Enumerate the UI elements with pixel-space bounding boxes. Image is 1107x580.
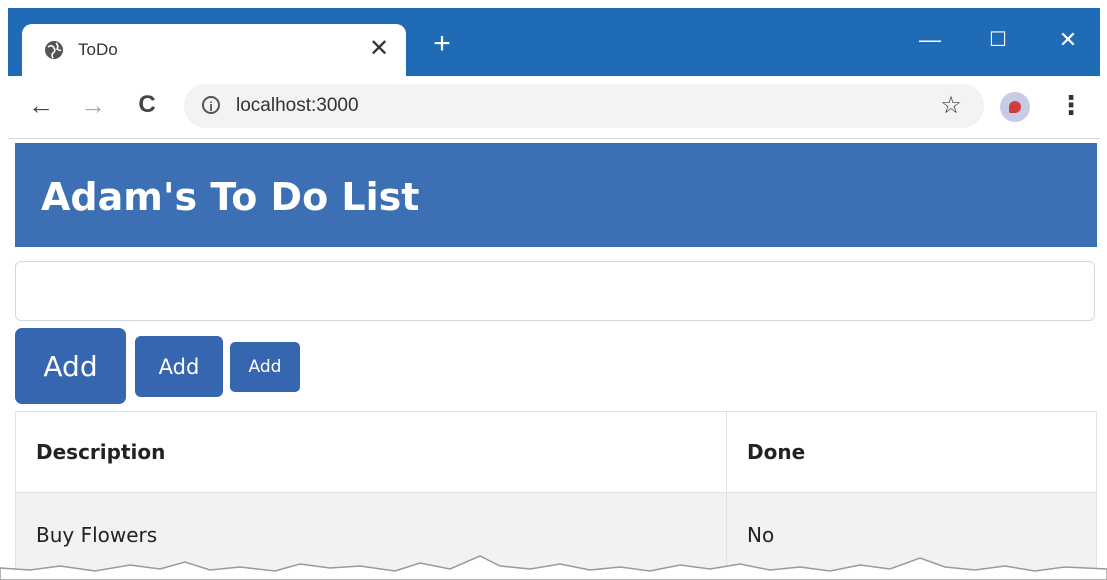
url-text[interactable]: localhost:3000 [236, 95, 359, 117]
page-title: Adam's To Do List [41, 175, 420, 219]
avatar[interactable] [1000, 92, 1030, 122]
column-header-done: Done [726, 411, 1097, 493]
column-header-description: Description [15, 411, 727, 493]
page-header: Adam's To Do List [15, 143, 1097, 247]
browser-toolbar: ← → C i localhost:3000 ☆ ⋮ [8, 76, 1100, 139]
menu-icon[interactable]: ⋮ [1058, 90, 1084, 120]
tab-title: ToDo [78, 40, 118, 59]
info-icon[interactable]: i [202, 96, 220, 114]
globe-icon [45, 41, 63, 59]
todo-input[interactable] [15, 261, 1095, 321]
star-icon[interactable]: ☆ [936, 91, 966, 121]
add-button-small[interactable]: Add [230, 342, 300, 392]
window-close-button[interactable]: ✕ [1048, 26, 1088, 54]
reload-icon[interactable]: C [132, 90, 162, 120]
browser-tab[interactable]: ToDo ✕ [22, 24, 406, 76]
forward-icon[interactable]: → [78, 90, 108, 120]
table-header-row: Description Done [15, 411, 1097, 493]
torn-edge-decoration [0, 555, 1107, 580]
new-tab-button[interactable]: + [428, 29, 456, 59]
add-button-large[interactable]: Add [15, 328, 126, 404]
avatar-image [1009, 101, 1021, 113]
back-icon[interactable]: ← [26, 90, 56, 120]
maximize-button[interactable]: ☐ [978, 26, 1018, 54]
add-button-medium[interactable]: Add [135, 336, 223, 397]
address-bar[interactable]: i localhost:3000 [184, 84, 984, 128]
tab-close-button[interactable]: ✕ [366, 36, 392, 62]
minimize-button[interactable]: — [910, 26, 950, 54]
